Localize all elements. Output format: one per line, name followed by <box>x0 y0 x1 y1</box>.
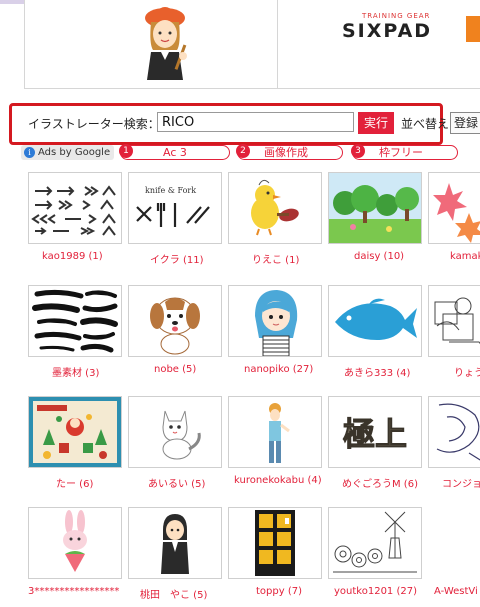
illustrator-thumbnail-nanopiko[interactable] <box>228 285 322 357</box>
ad-link-number: 3 <box>351 144 365 158</box>
illustrator-thumbnail-megugorou[interactable]: 極上 <box>328 396 422 468</box>
search-submit-button[interactable]: 実行 <box>358 112 394 134</box>
sketch-thumbnail-image <box>434 297 480 345</box>
illustrator-thumbnail-daisy[interactable] <box>328 172 422 244</box>
ad-link-2[interactable]: 2 画像作成 <box>236 144 343 160</box>
maple-leaves-thumbnail-image <box>433 183 480 243</box>
arrows-thumbnail-image <box>31 185 116 236</box>
illustrator-thumbnail-sumi[interactable] <box>28 285 122 357</box>
line-art-thumbnail-image <box>436 403 480 461</box>
illustrator-thumbnail-toppy[interactable] <box>228 507 322 579</box>
ad-link-label: Ac 3 <box>163 146 187 159</box>
illustrator-name[interactable]: あいるい (5) <box>148 475 205 490</box>
illustrator-thumbnail-ryou[interactable] <box>428 285 480 357</box>
chick-thumbnail-image <box>251 179 299 236</box>
illustrator-name[interactable]: nobe (5) <box>154 364 196 375</box>
illustrator-thumbnail-kamak[interactable] <box>428 172 480 244</box>
building-thumbnail-image <box>255 510 295 576</box>
illustrator-name[interactable]: たー (6) <box>56 475 93 490</box>
illustrator-thumbnail-3stars[interactable] <box>28 507 122 579</box>
illustrator-name[interactable]: daisy (10) <box>354 251 404 262</box>
ad-link-1[interactable]: 1 Ac 3 <box>119 144 230 160</box>
sort-label: 並べ替え <box>401 117 450 131</box>
illustrator-thumbnail-youtko1201[interactable] <box>328 507 422 579</box>
illustrator-thumbnail-airui[interactable] <box>128 396 222 468</box>
ad-orange-tab <box>466 16 480 42</box>
search-label: イラストレーター検索： <box>28 117 160 131</box>
illustrator-name[interactable]: りょう <box>454 364 480 379</box>
ad-brand-logo: SIXPAD <box>342 20 433 42</box>
thumb-text: knife & Fork <box>145 186 196 195</box>
illustrator-name[interactable]: A-WestVi <box>434 586 478 597</box>
search-input[interactable] <box>157 112 354 132</box>
illustrator-name[interactable]: nanopiko (27) <box>244 364 313 375</box>
illustrator-thumbnail-momota[interactable] <box>128 507 222 579</box>
ads-by-label: Ads by Google <box>38 147 111 158</box>
ad-link-label: 画像作成 <box>264 146 308 159</box>
christmas-thumbnail-image <box>29 397 121 467</box>
illustrator-name[interactable]: kuronekokabu (4) <box>234 475 322 486</box>
illustrator-name[interactable]: 墨素材 (3) <box>52 364 99 379</box>
illustrator-name[interactable]: 3***************** <box>28 586 119 597</box>
blue-hair-girl-thumbnail-image <box>255 290 298 356</box>
windmill-thumbnail-image <box>333 511 417 573</box>
puppy-thumbnail-image <box>150 297 200 355</box>
gokujou-text-thumbnail-image: 極上 <box>329 397 421 467</box>
sixpad-ad[interactable]: TRAINING GEAR SIXPAD <box>300 10 480 46</box>
illustrator-name[interactable]: イクラ (11) <box>150 251 204 266</box>
illustrator-name[interactable]: toppy (7) <box>256 586 302 597</box>
illustrator-name[interactable]: あきら333 (4) <box>344 364 410 379</box>
illustrator-thumbnail-taa[interactable] <box>28 396 122 468</box>
featured-illustration-box[interactable] <box>24 0 278 89</box>
ad-link-label: 枠フリー <box>379 146 423 159</box>
ink-strokes-thumbnail-image <box>32 289 118 353</box>
illustrator-name[interactable]: kamak <box>450 251 480 262</box>
sort-select[interactable]: 登録 <box>450 112 480 134</box>
ad-link-3[interactable]: 3 枠フリー <box>351 144 458 160</box>
illustrator-name[interactable]: youtko1201 (27) <box>334 586 417 597</box>
artist-character-image <box>145 7 187 80</box>
ads-by-google[interactable]: i Ads by Google <box>21 145 115 160</box>
illustrator-name[interactable]: コンジョ <box>442 475 480 490</box>
forest-thumbnail-image <box>329 173 421 243</box>
illustrator-thumbnail-rieko[interactable] <box>228 172 322 244</box>
illustrator-name[interactable]: りえこ (1) <box>252 251 299 266</box>
thumb-text: 極上 <box>343 415 407 453</box>
business-woman-thumbnail-image <box>161 514 189 574</box>
cat-thumbnail-image <box>162 410 201 460</box>
illustrator-name[interactable]: kao1989 (1) <box>42 251 103 262</box>
illustrator-thumbnail-kao1989[interactable] <box>28 172 122 244</box>
illustrator-thumbnail-kuronekokabu[interactable] <box>228 396 322 468</box>
ad-link-number: 2 <box>236 144 250 158</box>
fish-thumbnail-image <box>335 298 417 340</box>
illustrator-thumbnail-konjo[interactable] <box>428 396 480 468</box>
illustrator-thumbnail-nobe[interactable] <box>128 285 222 357</box>
illustrator-search-form: イラストレーター検索： 実行 <box>9 103 443 145</box>
ad-tagline: TRAINING GEAR <box>362 12 431 20</box>
illustrator-name[interactable]: めぐごろうM (6) <box>342 475 418 490</box>
illustrator-name[interactable]: 桃田 やこ (5) <box>140 586 207 601</box>
illustrator-thumbnail-akira333[interactable] <box>328 285 422 357</box>
illustrator-thumbnail-ikura[interactable]: knife & Fork <box>128 172 222 244</box>
bunny-thumbnail-image <box>63 510 87 572</box>
person-thumbnail-image <box>269 403 290 463</box>
info-icon: i <box>24 147 35 158</box>
ad-link-number: 1 <box>119 144 133 158</box>
knife-fork-thumbnail-image: knife & Fork <box>136 186 210 227</box>
